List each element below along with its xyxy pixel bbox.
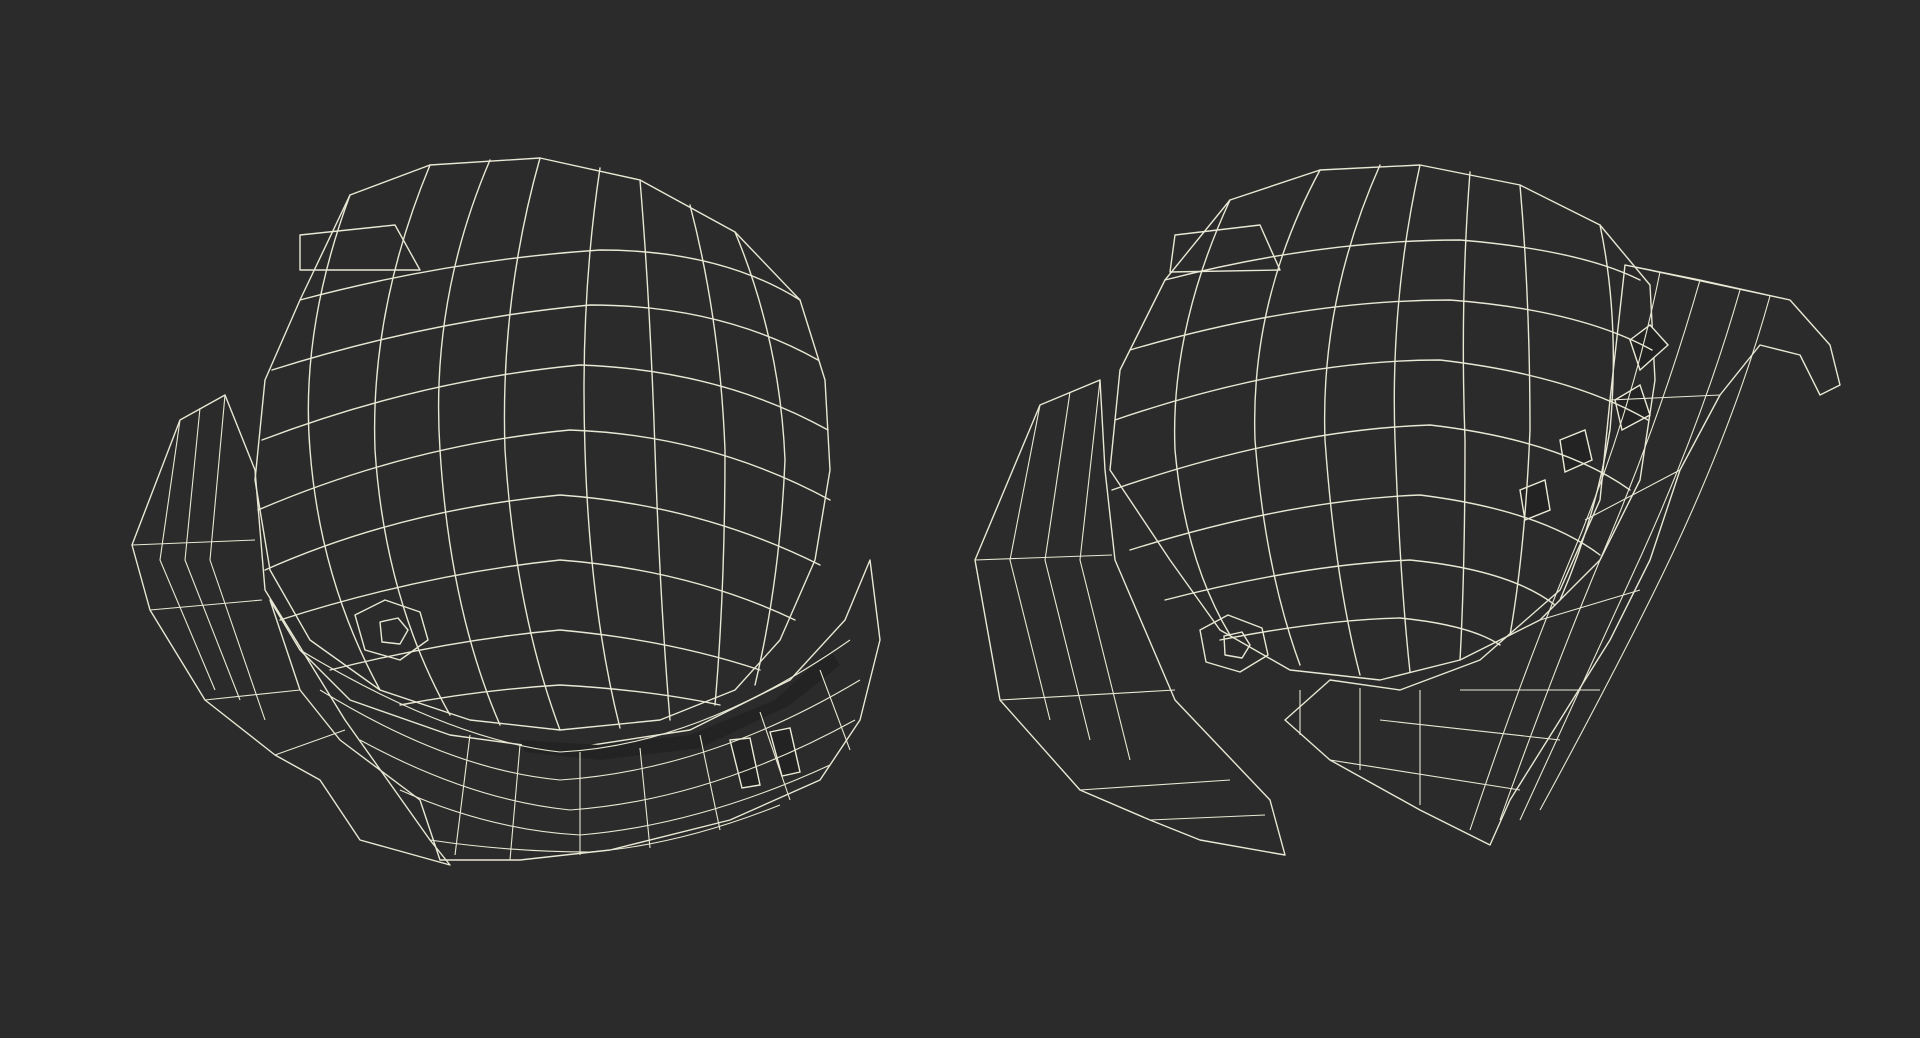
wireframe-canvas [131, 157, 1841, 866]
helmet-right-dome [1109, 164, 1656, 681]
helmet-left-rim-band [269, 559, 881, 861]
helmet-front-view [131, 157, 881, 866]
helmet-right-visor-slot-2 [1614, 383, 1651, 432]
helmet-left-hex-bolt-inner [379, 617, 409, 645]
helmet-left-strap-slot-2 [769, 727, 801, 777]
helmet-left-strap-slot-1 [729, 737, 761, 789]
render-viewport [0, 0, 1920, 1038]
helmet-right-visor-arm [1284, 264, 1841, 846]
helmet-right-dome-wireframe [1111, 164, 1653, 676]
helmet-right-side-wireframe [974, 379, 1266, 821]
helmet-left-side-wireframe [131, 394, 346, 756]
helmet-right-visor-slot-1 [1629, 324, 1669, 372]
helmet-right-hex-bolt [1199, 614, 1269, 673]
helmet-right-brim-flap [1169, 224, 1281, 273]
helmet-left-dome [254, 157, 831, 731]
helmet-left-side-plate [131, 394, 451, 866]
helmet-side-view [974, 164, 1841, 856]
helmet-left-dome-wireframe [257, 157, 831, 731]
helmet-right-side-plate [974, 379, 1286, 856]
